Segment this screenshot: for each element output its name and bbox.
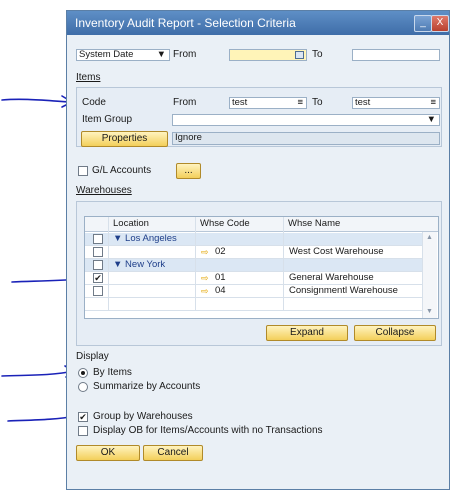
link-arrow-icon[interactable]: ⇨ xyxy=(201,285,209,298)
display-label: Display xyxy=(76,351,109,362)
table-row[interactable]: ▼ New York xyxy=(85,259,422,272)
link-arrow-icon[interactable]: ⇨ xyxy=(201,272,209,285)
group-expander[interactable]: ▼ Los Angeles xyxy=(113,233,177,246)
window-title: Inventory Audit Report - Selection Crite… xyxy=(75,16,296,30)
row-checkbox[interactable] xyxy=(93,260,103,270)
dropdown-arrow-icon: ▼ xyxy=(426,114,436,125)
code-to-value: test xyxy=(355,97,371,108)
group-label: New York xyxy=(125,259,166,270)
whse-code: 01 xyxy=(215,272,226,283)
ok-button[interactable]: OK xyxy=(76,445,140,461)
whse-name: General Warehouse xyxy=(289,272,374,283)
grid-header: Location Whse Code Whse Name xyxy=(85,217,438,232)
code-to-label: To xyxy=(312,97,323,108)
properties-button[interactable]: Properties xyxy=(81,131,168,147)
items-section-label: Items xyxy=(76,72,101,83)
group-label: Los Angeles xyxy=(125,233,177,244)
code-from-label: From xyxy=(173,97,197,108)
date-from-input[interactable] xyxy=(229,49,307,61)
code-from-value: test xyxy=(232,97,248,108)
link-arrow-icon[interactable]: ⇨ xyxy=(201,246,209,259)
scroll-up-icon[interactable]: ▲ xyxy=(426,234,433,241)
row-checkbox[interactable] xyxy=(93,286,103,296)
whse-code: 02 xyxy=(215,246,226,257)
whse-code: 04 xyxy=(215,285,226,296)
column-header-whse-code[interactable]: Whse Code xyxy=(200,218,250,231)
date-to-label: To xyxy=(312,49,323,60)
by-items-radio[interactable] xyxy=(78,368,88,378)
table-row-empty xyxy=(85,298,422,311)
group-expander[interactable]: ▼ New York xyxy=(113,259,165,272)
whse-name: Consignmentl Warehouse xyxy=(289,285,398,296)
group-by-warehouses-checkbox[interactable]: ✔ xyxy=(78,412,88,422)
column-divider xyxy=(108,217,109,311)
summarize-label: Summarize by Accounts xyxy=(93,381,201,392)
row-checkbox[interactable] xyxy=(93,234,103,244)
grid-scrollbar[interactable]: ▲ ▼ xyxy=(422,232,437,318)
display-ob-label: Display OB for Items/Accounts with no Tr… xyxy=(93,425,323,436)
date-type-value: System Date xyxy=(79,49,134,60)
by-items-label: By Items xyxy=(93,367,132,378)
code-to-input[interactable]: test ≡ xyxy=(352,97,440,109)
dialog-window: Inventory Audit Report - Selection Crite… xyxy=(66,10,450,490)
date-to-input[interactable] xyxy=(352,49,440,61)
gl-accounts-label: G/L Accounts xyxy=(92,165,152,176)
table-row[interactable]: ⇨ 02 West Cost Warehouse xyxy=(85,246,422,259)
gl-accounts-checkbox[interactable] xyxy=(78,166,88,176)
close-button[interactable]: X xyxy=(431,15,449,32)
date-type-select[interactable]: System Date ▼ xyxy=(76,49,170,61)
column-divider xyxy=(195,217,196,311)
code-from-input[interactable]: test ≡ xyxy=(229,97,307,109)
gl-accounts-browse-button[interactable]: ... xyxy=(176,163,201,179)
warehouses-section-label: Warehouses xyxy=(76,185,132,196)
whse-name: West Cost Warehouse xyxy=(289,246,384,257)
calendar-icon[interactable] xyxy=(295,51,304,59)
item-group-select[interactable]: ▼ xyxy=(172,114,440,126)
column-header-location[interactable]: Location xyxy=(113,218,149,231)
display-ob-checkbox[interactable] xyxy=(78,426,88,436)
dropdown-arrow-icon: ▼ xyxy=(156,49,166,60)
item-group-label: Item Group xyxy=(82,114,133,125)
date-from-label: From xyxy=(173,49,197,60)
warehouses-grid: Location Whse Code Whse Name ▼ Los Angel… xyxy=(84,216,439,319)
column-divider xyxy=(283,217,284,311)
column-header-whse-name[interactable]: Whse Name xyxy=(288,218,340,231)
row-checkbox[interactable] xyxy=(93,247,103,257)
code-label: Code xyxy=(82,97,106,108)
row-checkbox-checked[interactable]: ✔ xyxy=(93,273,103,283)
title-bar: Inventory Audit Report - Selection Crite… xyxy=(67,11,449,35)
summarize-radio[interactable] xyxy=(78,382,88,392)
properties-value: Ignore xyxy=(172,132,440,145)
table-row[interactable]: ▼ Los Angeles xyxy=(85,233,422,246)
list-icon[interactable]: ≡ xyxy=(297,98,303,108)
list-icon[interactable]: ≡ xyxy=(430,98,436,108)
group-by-warehouses-label: Group by Warehouses xyxy=(93,411,193,422)
scroll-down-icon[interactable]: ▼ xyxy=(426,308,433,315)
cancel-button[interactable]: Cancel xyxy=(143,445,203,461)
expand-button[interactable]: Expand xyxy=(266,325,348,341)
table-row[interactable]: ✔ ⇨ 01 General Warehouse xyxy=(85,272,422,285)
collapse-button[interactable]: Collapse xyxy=(354,325,436,341)
minimize-button[interactable]: _ xyxy=(414,15,432,32)
table-row[interactable]: ⇨ 04 Consignmentl Warehouse xyxy=(85,285,422,298)
